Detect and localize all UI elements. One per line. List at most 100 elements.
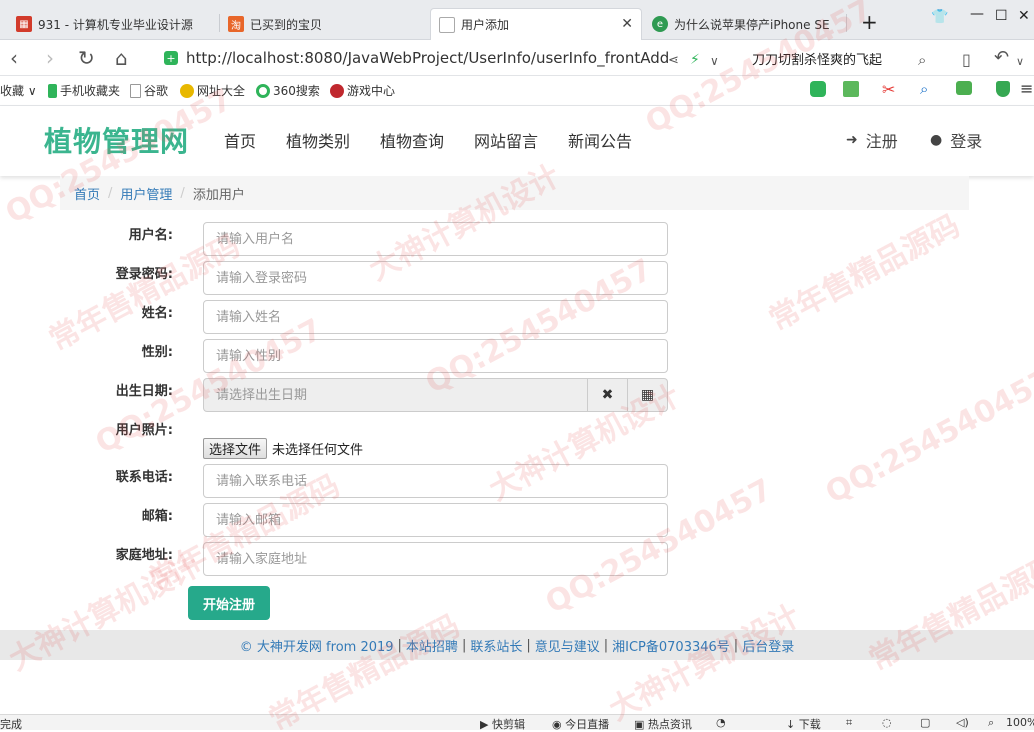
search-360-icon <box>256 83 270 98</box>
tab-title: 已买到的宝贝 <box>250 17 323 32</box>
search-text: 刀刀切割杀怪爽的飞起 <box>752 52 883 68</box>
site-brand[interactable]: 植物管理网 <box>44 120 189 160</box>
minimize-icon[interactable]: — <box>970 6 984 22</box>
share-icon[interactable]: ⋖ <box>668 49 679 73</box>
site-favicon-icon: ▦ <box>16 16 32 32</box>
bookmark-item[interactable]: 谷歌 <box>130 82 168 99</box>
extension-icon[interactable] <box>843 81 862 97</box>
new-tab-icon[interactable]: + <box>861 10 878 34</box>
nav-plant-search[interactable]: 植物查询 <box>380 128 444 152</box>
bookmark-label: 手机收藏夹 <box>60 84 121 98</box>
username-input[interactable] <box>203 222 668 256</box>
nav-plant-categories[interactable]: 植物类别 <box>286 128 350 152</box>
site-footer: © 大神开发网 from 2019 | 本站招聘 | 联系站长 | 意见与建议 … <box>0 630 1034 660</box>
watermark-text: QQ:254540457 <box>820 362 1034 511</box>
footer-link-jobs[interactable]: 本站招聘 <box>406 636 458 655</box>
gamepad-icon[interactable] <box>956 81 975 95</box>
web-directory-icon <box>180 83 194 98</box>
address-label: 家庭地址: <box>115 548 173 563</box>
name-input[interactable] <box>203 300 668 334</box>
bookmark-item[interactable]: 手机收藏夹 <box>48 82 120 99</box>
footer-link-contact[interactable]: 联系站长 <box>470 636 522 655</box>
page-icon <box>439 16 455 33</box>
name-label: 姓名: <box>141 306 173 321</box>
watermark-text: 常年售精品源码 <box>263 608 466 730</box>
extension-icon[interactable] <box>810 81 829 97</box>
nav-home[interactable]: 首页 <box>224 128 256 152</box>
address-input[interactable] <box>203 542 668 576</box>
status-label: 下载 <box>798 718 821 731</box>
maximize-icon[interactable]: ☐ <box>995 8 1008 24</box>
browser-tab[interactable]: 淘 已买到的宝贝 <box>220 8 420 40</box>
status-label: 快剪辑 <box>491 718 525 731</box>
search-input[interactable]: 刀刀切割杀怪爽的飞起 <box>744 46 944 70</box>
volume-icon[interactable]: ◁) <box>956 716 969 729</box>
back-icon[interactable]: ‹ <box>10 46 18 70</box>
scissors-icon[interactable]: ✂ <box>882 80 895 99</box>
bookmark-favorites[interactable]: 收藏 ∨ <box>0 82 37 99</box>
speed-icon[interactable]: ◔ <box>716 716 726 729</box>
gender-input[interactable] <box>203 339 668 373</box>
email-label: 邮箱: <box>141 509 173 524</box>
breadcrumb-user-management[interactable]: 用户管理 <box>120 184 172 203</box>
footer-link-feedback[interactable]: 意见与建议 <box>535 636 600 655</box>
zoom-icon[interactable]: ⌕ <box>988 716 994 730</box>
nav-news[interactable]: 新闻公告 <box>568 128 632 152</box>
scissors-icon: ▶ <box>480 718 492 731</box>
login-link[interactable]: ● 登录 <box>930 128 982 152</box>
search-icon[interactable]: ⌕ <box>918 48 926 72</box>
clean-icon[interactable]: ◌ <box>882 716 892 729</box>
birth-date-input[interactable] <box>203 378 588 412</box>
screenshot-icon[interactable]: ⌗ <box>846 716 852 730</box>
register-link[interactable]: ➜ 注册 <box>846 128 898 152</box>
phone-icon[interactable]: ▯ <box>962 48 971 72</box>
home-icon[interactable]: ⌂ <box>115 46 128 70</box>
password-input[interactable] <box>203 261 668 295</box>
window-icon[interactable]: ▢ <box>920 716 930 729</box>
shirt-skin-icon[interactable]: 👕 <box>931 9 948 25</box>
breadcrumb-home[interactable]: 首页 <box>74 184 100 203</box>
game-center-icon <box>330 83 344 98</box>
user-photo-label: 用户照片: <box>115 423 173 438</box>
phone-input[interactable] <box>203 464 668 498</box>
bookmark-item[interactable]: 游戏中心 <box>330 82 395 99</box>
browser-tab[interactable]: ▦ 931 - 计算机专业毕业设计源 <box>8 8 218 40</box>
taobao-favicon-icon: 淘 <box>228 16 244 32</box>
bookmarks-bar: 收藏 ∨ 手机收藏夹 谷歌 网址大全 360搜索 游戏中心 ✂ ⌕ ≡ <box>0 76 1034 106</box>
shield-icon: + <box>164 51 178 65</box>
browser-tab-active[interactable]: 用户添加 ✕ <box>430 8 642 40</box>
search-icon[interactable]: ⌕ <box>920 80 928 98</box>
download-icon: ↓ <box>786 718 799 731</box>
shield-icon[interactable] <box>996 81 1013 97</box>
url-field[interactable]: + http://localhost:8080/JavaWebProject/U… <box>158 45 728 71</box>
zoom-level[interactable]: 100% <box>1006 716 1034 729</box>
reload-icon[interactable]: ↻ <box>78 46 95 70</box>
news-icon: ▣ <box>634 718 648 731</box>
close-icon[interactable]: ✕ <box>621 16 633 32</box>
close-window-icon[interactable]: ✕ <box>1018 8 1030 24</box>
chevron-down-icon[interactable]: ∨ <box>1016 50 1024 74</box>
bookmark-item[interactable]: 网址大全 <box>180 82 245 99</box>
forward-icon[interactable]: › <box>46 46 54 70</box>
bookmark-item[interactable]: 360搜索 <box>256 82 320 99</box>
footer-copyright: © 大神开发网 from 2019 <box>239 639 394 655</box>
browser-favicon-icon: e <box>652 16 668 32</box>
nav-guestbook[interactable]: 网站留言 <box>474 128 538 152</box>
bookmark-label: 谷歌 <box>144 84 169 98</box>
more-icon[interactable]: ≡ <box>1020 79 1033 98</box>
bookmark-label: 收藏 <box>0 84 25 98</box>
browser-tab[interactable]: e 为什么说苹果停产iPhone SE <box>644 8 830 40</box>
undo-icon[interactable]: ↶ <box>994 46 1009 70</box>
email-input[interactable] <box>203 503 668 537</box>
register-submit-button[interactable]: 开始注册 <box>188 586 270 620</box>
choose-file-button[interactable]: 选择文件 <box>203 438 268 459</box>
url-text: http://localhost:8080/JavaWebProject/Use… <box>186 49 670 67</box>
clear-date-icon[interactable]: ✖ <box>588 378 628 412</box>
browser-status-bar: 完成 ▶ 快剪辑 ◉ 今日直播 ▣ 热点资讯 ◔ ↓ 下载 ⌗ ◌ ▢ ◁) ⌕… <box>0 714 1034 731</box>
footer-link-admin-login[interactable]: 后台登录 <box>742 636 794 655</box>
lightning-icon[interactable]: ⚡ <box>690 48 700 72</box>
user-photo-file-input: 选择文件 未选择任何文件 <box>203 438 363 459</box>
calendar-icon[interactable]: ▦ <box>628 378 668 412</box>
chevron-down-icon[interactable]: ∨ <box>710 49 719 73</box>
footer-link-icp[interactable]: 湘ICP备0703346号 <box>612 636 730 655</box>
